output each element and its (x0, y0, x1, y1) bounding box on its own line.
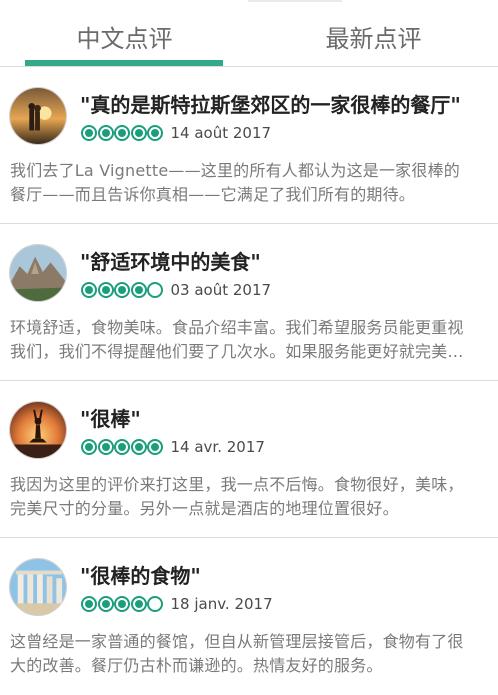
bubble-icon (97, 439, 114, 455)
review-title: "舒适环境中的美食" (80, 250, 261, 274)
bubble-icon (130, 596, 147, 612)
review-item[interactable]: "舒适环境中的美食" 03 août 2017 环境舒适，食物美味。食品介绍丰富… (0, 224, 498, 381)
bubble-icon (81, 125, 97, 141)
review-date: 18 janv. 2017 (170, 595, 273, 613)
review-title: "真的是斯特拉斯堡郊区的一家很棒的餐厅" (80, 93, 461, 117)
rating-bubbles (81, 282, 164, 298)
bubble-icon (97, 125, 114, 141)
rating-bubbles (81, 439, 164, 455)
rock-landscape-photo-icon (10, 245, 66, 301)
bubble-icon (130, 125, 147, 141)
avatar (9, 558, 67, 616)
bubble-icon (147, 125, 163, 141)
rating-bubbles (81, 125, 164, 141)
tab-chinese-reviews[interactable]: 中文点评 (0, 0, 249, 66)
review-item[interactable]: "真的是斯特拉斯堡郊区的一家很棒的餐厅" 14 août 2017 我们去了La… (0, 67, 498, 224)
yoga-sunset-photo-icon (10, 402, 66, 458)
review-excerpt: 我们去了La Vignette——这里的所有人都认为这是一家很棒的餐厅——而且告… (10, 161, 460, 204)
bubble-icon (147, 439, 163, 455)
bubble-icon (114, 596, 130, 612)
rating: 03 août 2017 (81, 281, 271, 299)
bubble-icon (97, 596, 114, 612)
review-date: 14 avr. 2017 (170, 438, 265, 456)
tab-latest-reviews[interactable]: 最新点评 (249, 0, 498, 66)
review-title: "很棒的食物" (80, 564, 201, 588)
bubble-icon (114, 125, 130, 141)
review-date: 03 août 2017 (170, 281, 272, 299)
rating-bubbles (81, 596, 164, 612)
rating: 18 janv. 2017 (81, 595, 273, 613)
tab-bar: 中文点评 最新点评 (0, 0, 498, 67)
avatar (9, 87, 67, 145)
bubble-icon (147, 282, 163, 298)
review-item[interactable]: "很棒的食物" 18 janv. 2017 这曾经是一家普通的餐馆，但自从新管理… (0, 538, 498, 695)
avatar (9, 244, 67, 302)
rating: 14 avr. 2017 (81, 438, 265, 456)
bubble-icon (97, 282, 114, 298)
review-date: 14 août 2017 (170, 124, 272, 142)
review-title: "很棒" (80, 407, 141, 431)
review-excerpt: 环境舒适，食物美味。食品介绍丰富。我们希望服务员能更重视我们，我们不得提醒他们要… (10, 318, 464, 361)
bubble-icon (114, 282, 130, 298)
review-item[interactable]: "很棒" 14 avr. 2017 我因为这里的评价来打这里，我一点不后悔。食物… (0, 381, 498, 538)
columns-ruins-photo-icon (10, 559, 66, 615)
couple-sunset-photo-icon (10, 88, 66, 144)
rating: 14 août 2017 (81, 124, 271, 142)
bubble-icon (81, 439, 97, 455)
bubble-icon (147, 596, 163, 612)
bubble-icon (114, 439, 130, 455)
tab-label: 最新点评 (325, 25, 422, 53)
bubble-icon (130, 282, 147, 298)
avatar (9, 401, 67, 459)
review-excerpt: 这曾经是一家普通的餐馆，但自从新管理层接管后，食物有了很大的改善。餐厅仍古朴而谦… (10, 632, 464, 675)
bubble-icon (81, 282, 97, 298)
bubble-icon (81, 596, 97, 612)
tab-label: 中文点评 (76, 25, 173, 53)
bubble-icon (130, 439, 147, 455)
review-excerpt: 我因为这里的评价来打这里，我一点不后悔。食物很好，美味，完美尺寸的分量。另外一点… (10, 475, 464, 518)
